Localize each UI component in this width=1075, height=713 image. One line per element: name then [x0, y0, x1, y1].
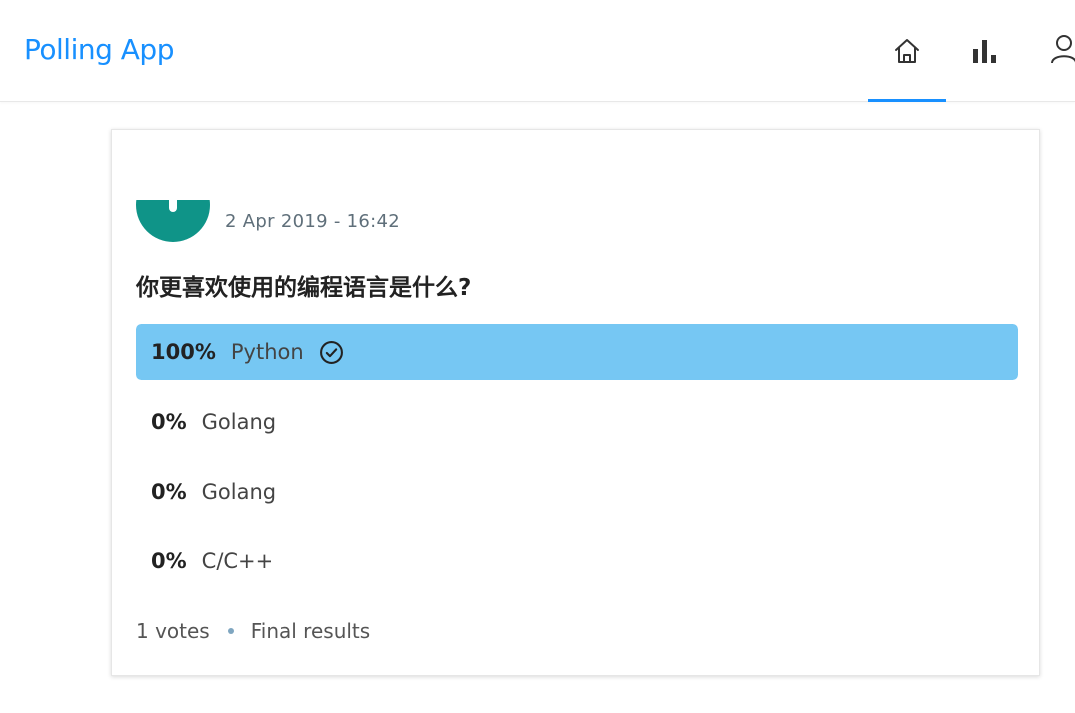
choice-label: C/C++: [201, 549, 274, 573]
choice-label: Golang: [201, 480, 277, 504]
home-icon: [893, 37, 921, 65]
bar-chart-icon: [971, 37, 1001, 65]
app-header: Polling App: [0, 0, 1075, 102]
choice-percent: 0%: [151, 480, 187, 504]
choice-percent: 0%: [151, 410, 187, 434]
poll-choice-0: 100% Python: [136, 324, 1018, 380]
vote-count: 1 votes: [136, 619, 210, 643]
poll-question: 你更喜欢使用的编程语言是什么?: [136, 275, 472, 301]
choice-percent: 0%: [151, 549, 187, 573]
user-icon: [1050, 34, 1075, 64]
poll-footer: 1 votes Final results: [136, 618, 370, 644]
poll-status: Final results: [250, 619, 371, 643]
separator-dot: [227, 628, 234, 634]
nav-new-poll[interactable]: [947, 0, 1025, 101]
poll-creation-date: 2 Apr 2019 - 16:42: [225, 211, 401, 232]
poll-choice-1: 0% Golang: [136, 394, 1018, 450]
nav-profile[interactable]: [1026, 0, 1075, 101]
avatar[interactable]: [136, 200, 210, 242]
choice-label: Python: [230, 340, 304, 364]
choice-percent: 100%: [151, 340, 216, 364]
check-circle-icon: [319, 340, 344, 365]
active-tab-indicator: [868, 99, 946, 102]
poll-card: 2 Apr 2019 - 16:42 你更喜欢使用的编程语言是什么? 100% …: [111, 129, 1040, 676]
avatar-notch: [169, 200, 177, 212]
poll-choice-2: 0% Golang: [136, 464, 1018, 520]
choice-label: Golang: [201, 410, 277, 434]
poll-choice-3: 0% C/C++: [136, 533, 1018, 589]
nav-home[interactable]: [868, 0, 946, 102]
app-title-link[interactable]: Polling App: [24, 31, 174, 69]
